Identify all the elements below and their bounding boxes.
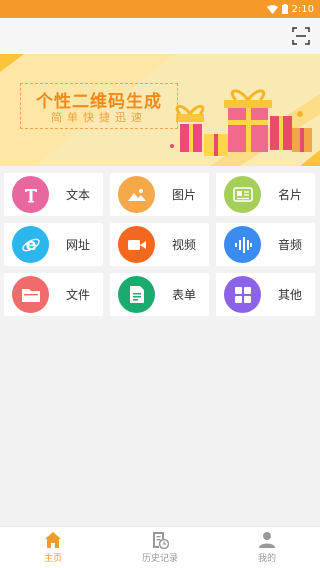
- tile-form-label: 表单: [172, 288, 197, 302]
- tile-card-label: 名片: [278, 188, 303, 202]
- tile-audio-label: 音频: [278, 238, 303, 252]
- tile-url-label: 网址: [66, 238, 91, 252]
- tile-file-label: 文件: [66, 288, 91, 302]
- tile-audio[interactable]: 音频: [216, 223, 315, 266]
- status-time: 2:10: [291, 3, 314, 15]
- bottom-tab-bar: 主页 历史记录 我的: [0, 526, 320, 568]
- tab-profile-label: 我的: [257, 554, 276, 564]
- audio-icon: [224, 226, 261, 263]
- tab-history-label: 历史记录: [141, 554, 178, 564]
- card-icon: [224, 176, 261, 213]
- tile-video-label: 视频: [172, 238, 197, 252]
- status-bar: 2:10: [0, 0, 320, 18]
- tile-other[interactable]: 其他: [216, 273, 315, 316]
- tile-card[interactable]: 名片: [216, 173, 315, 216]
- tile-form[interactable]: 表单: [110, 273, 209, 316]
- tab-home-label: 主页: [43, 554, 62, 564]
- tile-video[interactable]: 视频: [110, 223, 209, 266]
- tile-image[interactable]: 图片: [110, 173, 209, 216]
- gift-boxes-illustration: [170, 89, 312, 156]
- tile-other-label: 其他: [278, 288, 303, 302]
- grid-icon: [224, 276, 261, 313]
- tab-home[interactable]: 主页: [0, 527, 106, 568]
- tile-file[interactable]: 文件: [4, 273, 103, 316]
- history-icon: [153, 532, 169, 549]
- user-icon: [259, 532, 275, 548]
- text-icon: [12, 176, 49, 213]
- banner-title-box: 个性二维码生成 简单快捷迅速: [20, 83, 178, 129]
- image-icon: [118, 176, 155, 213]
- home-icon: [45, 532, 61, 548]
- video-icon: [118, 226, 155, 263]
- tile-image-label: 图片: [172, 188, 197, 202]
- form-icon: [118, 276, 155, 313]
- scan-icon[interactable]: [292, 27, 310, 45]
- tile-url[interactable]: e 网址: [4, 223, 103, 266]
- browser-icon: e: [12, 226, 49, 263]
- tab-history[interactable]: 历史记录: [107, 527, 213, 568]
- promo-banner[interactable]: 个性二维码生成 简单快捷迅速: [0, 54, 320, 166]
- tile-text[interactable]: 文本: [4, 173, 103, 216]
- status-icons: 2:10: [266, 2, 314, 16]
- folder-icon: [12, 276, 49, 313]
- banner-subtitle: 简单快捷迅速: [51, 111, 147, 124]
- wifi-icon: [266, 4, 278, 14]
- battery-icon: [281, 4, 288, 14]
- app-header: [0, 18, 320, 54]
- tab-profile[interactable]: 我的: [214, 527, 320, 568]
- tile-text-label: 文本: [66, 188, 91, 202]
